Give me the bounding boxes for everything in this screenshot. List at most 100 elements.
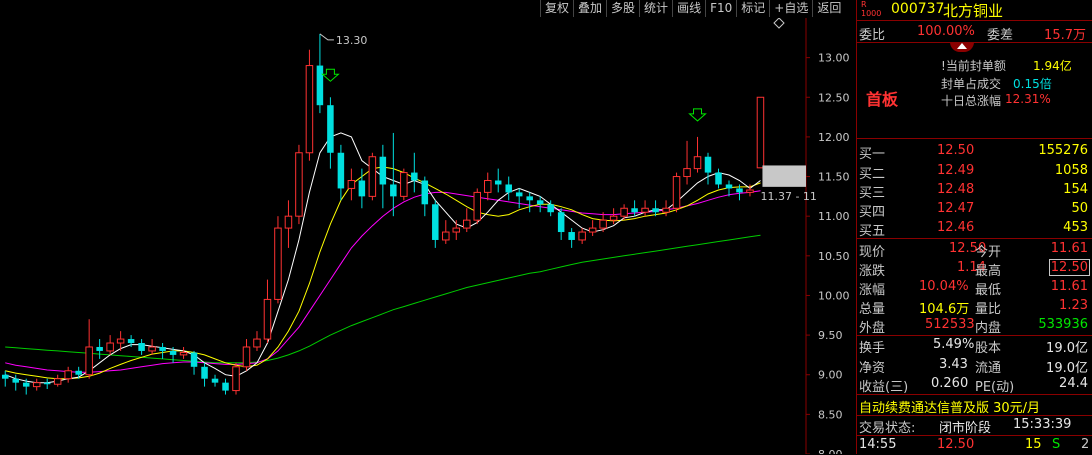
low-value: 11.61 bbox=[1050, 279, 1088, 294]
stock-name: 北方铜业 bbox=[943, 2, 1004, 20]
toolbar-btn-fuquan[interactable]: 复权 bbox=[540, 0, 573, 17]
toolbar-btn-back[interactable]: 返回 bbox=[812, 0, 845, 17]
trade-status-row: 交易状态: 闭市阶段 15:33:39 bbox=[857, 415, 1092, 436]
candle-body bbox=[263, 298, 272, 340]
candle-body bbox=[64, 370, 72, 380]
bid-row[interactable]: 买五 12.46 453 bbox=[857, 218, 1092, 239]
candle-body bbox=[274, 227, 282, 300]
candle-body bbox=[400, 172, 408, 197]
candle-body bbox=[190, 352, 198, 367]
bid-volume: 453 bbox=[1063, 220, 1088, 235]
candle-body bbox=[43, 382, 51, 385]
quote-row-outer: 外盘 512533 内盘 533936 bbox=[857, 315, 1092, 336]
toolbar-btn-draw[interactable]: 画线 bbox=[672, 0, 705, 17]
toolbar-btn-multi[interactable]: 多股 bbox=[606, 0, 639, 17]
candle-body bbox=[179, 352, 188, 356]
candle-body bbox=[368, 156, 377, 197]
tick-side: S bbox=[1052, 437, 1061, 452]
open-value: 11.61 bbox=[1050, 241, 1088, 256]
candle-body bbox=[421, 180, 429, 205]
pe-value: 24.4 bbox=[1059, 376, 1088, 391]
candle-body bbox=[641, 207, 649, 213]
candle-body bbox=[201, 366, 208, 379]
ten-day-row: 十日总涨幅 12.31% bbox=[857, 90, 1092, 110]
candle-body bbox=[631, 208, 638, 213]
y-tick-label: 10.00 bbox=[818, 289, 850, 302]
bid-row[interactable]: 买二 12.49 1058 bbox=[857, 161, 1092, 182]
candle-body bbox=[652, 208, 659, 213]
candle-body bbox=[12, 378, 19, 383]
candle-body bbox=[85, 346, 93, 376]
toolbar-btn-stats[interactable]: 统计 bbox=[639, 0, 672, 17]
kline-chart[interactable]: 13.00 12.50 12.00 11.50 11.00 10.50 10.00 9.50 9… bbox=[0, 18, 856, 454]
turn-label: 换手 bbox=[859, 341, 886, 356]
candle-body bbox=[127, 339, 135, 344]
promo-banner[interactable]: 自动续费通达信普及版 30元/月 bbox=[857, 395, 1092, 416]
y-tick-label: 8.50 bbox=[818, 408, 843, 421]
ratio-value: 100.00% bbox=[917, 24, 975, 39]
toolbar-btn-f10[interactable]: F10 bbox=[705, 0, 736, 17]
bid-row[interactable]: 买四 12.47 50 bbox=[857, 199, 1092, 220]
toolbar-btn-add-watch[interactable]: +自选 bbox=[769, 0, 812, 17]
divider-line bbox=[857, 42, 1092, 43]
collapse-toggle[interactable] bbox=[950, 42, 974, 52]
price-range-band bbox=[762, 165, 806, 187]
tick-volume: 15 bbox=[1025, 437, 1042, 452]
candle-body bbox=[736, 188, 743, 193]
ma20-line bbox=[5, 190, 761, 373]
candle-body bbox=[557, 212, 565, 233]
diff-label: 委差 bbox=[987, 28, 1014, 43]
candle-body bbox=[683, 168, 691, 178]
candle-body bbox=[609, 215, 618, 221]
candle-body bbox=[578, 231, 586, 241]
candle-body bbox=[672, 176, 681, 209]
candle-body bbox=[148, 346, 156, 352]
quote-row-pct: 涨幅 10.04% 最低 11.61 bbox=[857, 277, 1092, 298]
quote-row-eps: 收益(三) 0.260 PE(动) 24.4 bbox=[857, 374, 1092, 395]
seal-amount-label: !当前封单额 bbox=[941, 59, 1006, 73]
candle-body bbox=[159, 346, 166, 351]
ratio-label: 委比 bbox=[859, 28, 886, 43]
quote-row-price: 现价 12.50 今开 11.61 bbox=[857, 239, 1092, 260]
candle-body bbox=[662, 207, 670, 213]
toolbar-btn-overlay[interactable]: 叠加 bbox=[573, 0, 606, 17]
candle-body bbox=[1, 374, 9, 379]
toolbar-btn-mark[interactable]: 标记 bbox=[736, 0, 769, 17]
eps-label: 收益(三) bbox=[859, 380, 909, 395]
candle-body bbox=[725, 184, 733, 189]
bid-price: 12.47 bbox=[937, 201, 975, 216]
bid-price: 12.49 bbox=[937, 163, 975, 178]
y-tick-label: 8.00 bbox=[818, 448, 843, 454]
promo-text: 自动续费通达信普及版 30元/月 bbox=[859, 401, 1041, 416]
diamond-icon bbox=[773, 18, 785, 29]
candle-body bbox=[305, 65, 314, 154]
high-value: 12.50 bbox=[1048, 259, 1090, 276]
bid-label: 买五 bbox=[859, 224, 886, 239]
vr-value: 1.23 bbox=[1059, 298, 1088, 313]
status-time: 15:33:39 bbox=[1013, 417, 1072, 432]
down-arrow-icon bbox=[688, 108, 707, 122]
stock-header: R 1000 000737 北方铜业 bbox=[857, 0, 1092, 20]
bid-volume: 155276 bbox=[1038, 143, 1088, 158]
turn-value: 5.49% bbox=[933, 337, 975, 352]
bid-row[interactable]: 买一 12.50 155276 bbox=[857, 141, 1092, 162]
candle-body bbox=[588, 227, 597, 233]
candle-body bbox=[704, 156, 712, 173]
tick-price: 12.50 bbox=[937, 437, 975, 452]
max-price-pointer bbox=[319, 33, 334, 41]
toolbar: 复权 叠加 多股 统计 画线 F10 标记 +自选 返回 bbox=[540, 0, 856, 17]
ten-day-label: 十日总涨幅 bbox=[941, 94, 1002, 108]
eps-value: 0.260 bbox=[931, 376, 969, 391]
chevron-up-icon bbox=[957, 43, 967, 49]
candle-body bbox=[390, 184, 397, 197]
bid-label: 买一 bbox=[859, 147, 886, 162]
divider-line bbox=[857, 138, 1092, 139]
candle-body bbox=[242, 346, 251, 368]
bid-row[interactable]: 买三 12.48 154 bbox=[857, 180, 1092, 201]
down-arrow-icon bbox=[321, 68, 340, 82]
quote-row-nav: 净资 3.43 流通 19.0亿 bbox=[857, 355, 1092, 376]
candle-body bbox=[442, 231, 450, 241]
candle-body bbox=[483, 180, 492, 193]
candle-body bbox=[253, 338, 261, 348]
candle-body bbox=[22, 382, 30, 387]
